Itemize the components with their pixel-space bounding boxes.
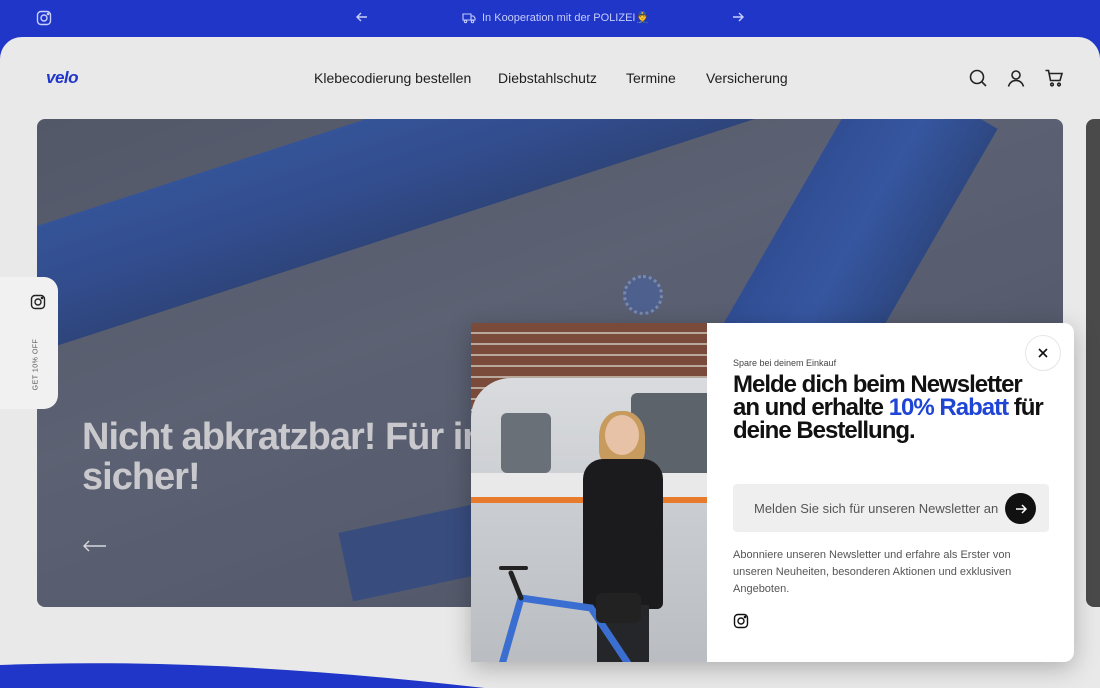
instagram-icon[interactable] xyxy=(30,294,46,310)
search-icon[interactable] xyxy=(968,68,988,88)
discount-tab-label[interactable]: GET 10% OFF xyxy=(32,339,39,391)
main-nav: Klebecodierung bestellen Diebstahlschutz… xyxy=(0,70,1100,88)
site-header: velo Klebecodierung bestellen Diebstahls… xyxy=(0,37,1100,119)
nav-item-versicherung[interactable]: Versicherung xyxy=(706,70,788,86)
popup-description: Abonniere unseren Newsletter und erfahre… xyxy=(733,549,1012,595)
email-input[interactable] xyxy=(733,484,1003,532)
arrow-left-icon[interactable] xyxy=(355,10,369,24)
account-icon[interactable] xyxy=(1006,68,1026,88)
nav-item-klebecodierung[interactable]: Klebecodierung bestellen xyxy=(314,70,471,86)
nav-item-termine[interactable]: Termine xyxy=(626,70,676,86)
hero-prev-arrow-icon[interactable] xyxy=(83,539,107,553)
close-button[interactable] xyxy=(1025,335,1061,371)
arrow-right-icon[interactable] xyxy=(731,10,745,24)
announcement-text: In Kooperation mit der POLIZEI👮 xyxy=(482,12,650,24)
cart-icon[interactable] xyxy=(1044,68,1064,88)
truck-icon xyxy=(462,12,476,23)
next-slide-peek[interactable] xyxy=(1086,119,1100,607)
discount-side-tab[interactable]: GET 10% OFF xyxy=(0,277,58,409)
submit-button[interactable] xyxy=(1005,493,1036,524)
submit-arrow-icon xyxy=(1015,503,1027,514)
nav-item-diebstahlschutz[interactable]: Diebstahlschutz xyxy=(498,70,597,86)
popup-headline: Melde dich beim Newsletter an und erhalt… xyxy=(733,373,1053,443)
instagram-icon[interactable] xyxy=(733,613,749,629)
announcement-message: In Kooperation mit der POLIZEI👮 xyxy=(462,11,649,24)
popup-eyebrow: Spare bei deinem Einkauf xyxy=(733,358,837,368)
newsletter-popup: Spare bei deinem Einkauf Melde dich beim… xyxy=(471,323,1074,662)
instagram-icon[interactable] xyxy=(36,10,52,26)
popup-photo xyxy=(471,323,707,662)
announcement-bar: In Kooperation mit der POLIZEI👮 xyxy=(0,0,1100,37)
close-icon xyxy=(1038,348,1048,358)
email-form xyxy=(733,484,1049,532)
